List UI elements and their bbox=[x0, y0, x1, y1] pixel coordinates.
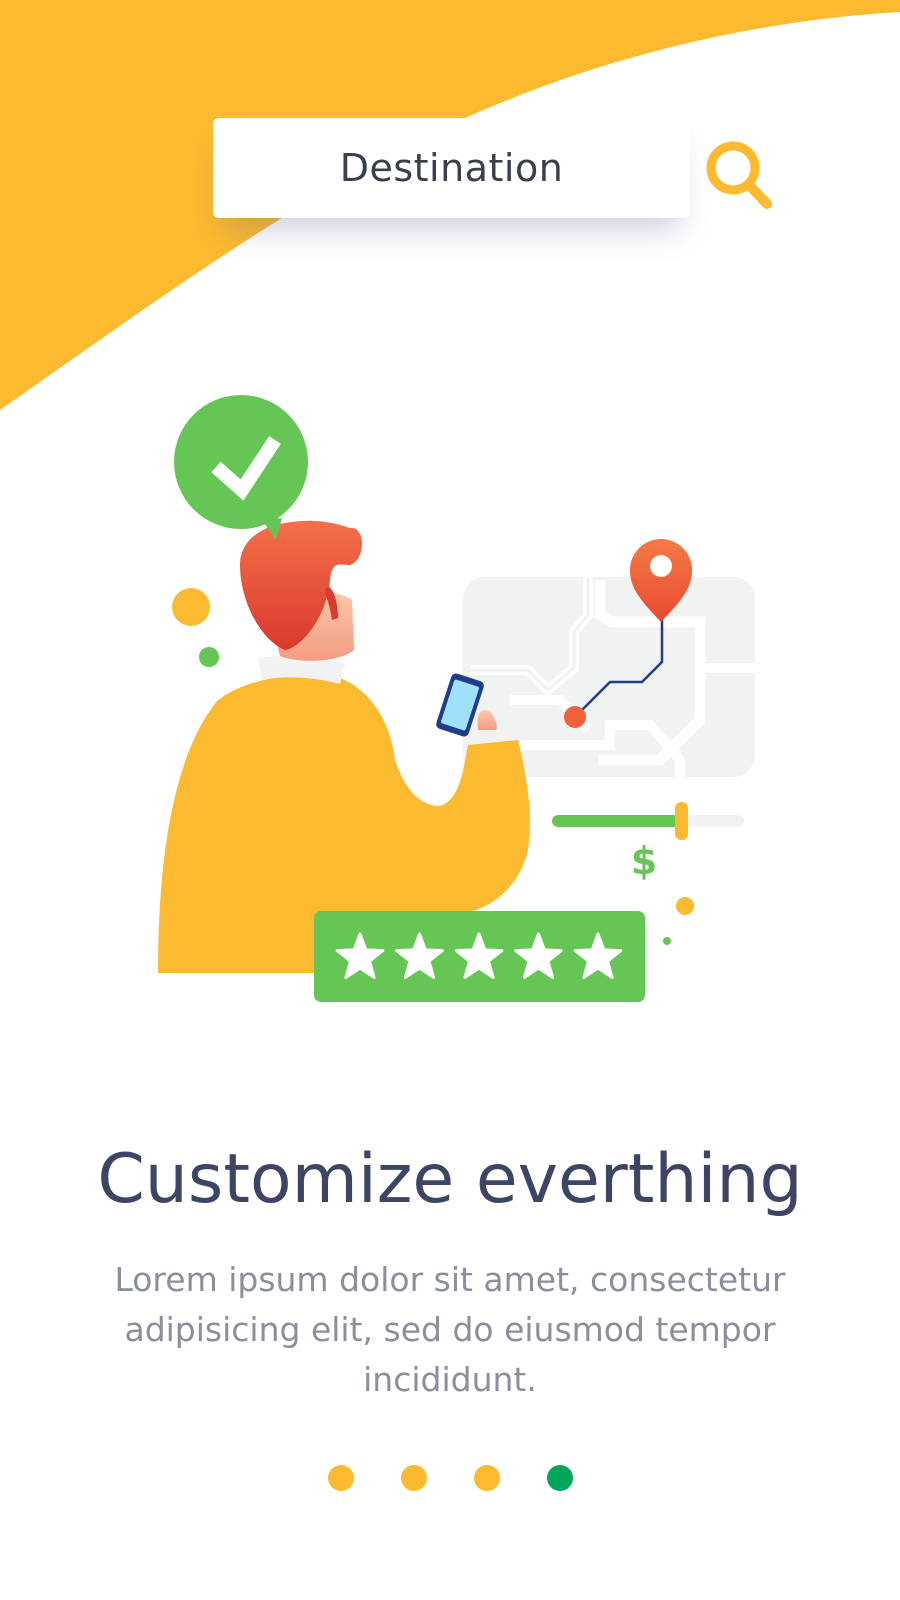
route-start-dot bbox=[564, 706, 586, 728]
pagination-dot[interactable] bbox=[400, 1465, 427, 1491]
onboarding-description: Lorem ipsum dolor sit amet, consectetur … bbox=[114, 1260, 786, 1399]
currency-symbol: $ bbox=[631, 839, 657, 883]
rating-box bbox=[314, 911, 645, 1002]
pagination-dot-active[interactable] bbox=[546, 1465, 573, 1491]
decor-dot bbox=[199, 647, 219, 667]
destination-search-placeholder: Destination bbox=[339, 146, 564, 190]
search-button[interactable] bbox=[704, 138, 774, 212]
decor-dot bbox=[676, 897, 694, 915]
destination-search-field[interactable]: Destination bbox=[213, 118, 690, 218]
pagination-dot[interactable] bbox=[327, 1465, 354, 1491]
decor-dot bbox=[172, 588, 210, 626]
decor-dot bbox=[663, 937, 671, 945]
price-slider bbox=[552, 802, 744, 840]
onboarding-illustration: $ bbox=[158, 395, 755, 1002]
search-icon bbox=[706, 141, 772, 209]
check-badge bbox=[174, 395, 308, 540]
onboarding-title: Customize everthing bbox=[97, 1140, 803, 1219]
pagination-dots bbox=[0, 1465, 900, 1491]
pagination-dot[interactable] bbox=[473, 1465, 500, 1491]
